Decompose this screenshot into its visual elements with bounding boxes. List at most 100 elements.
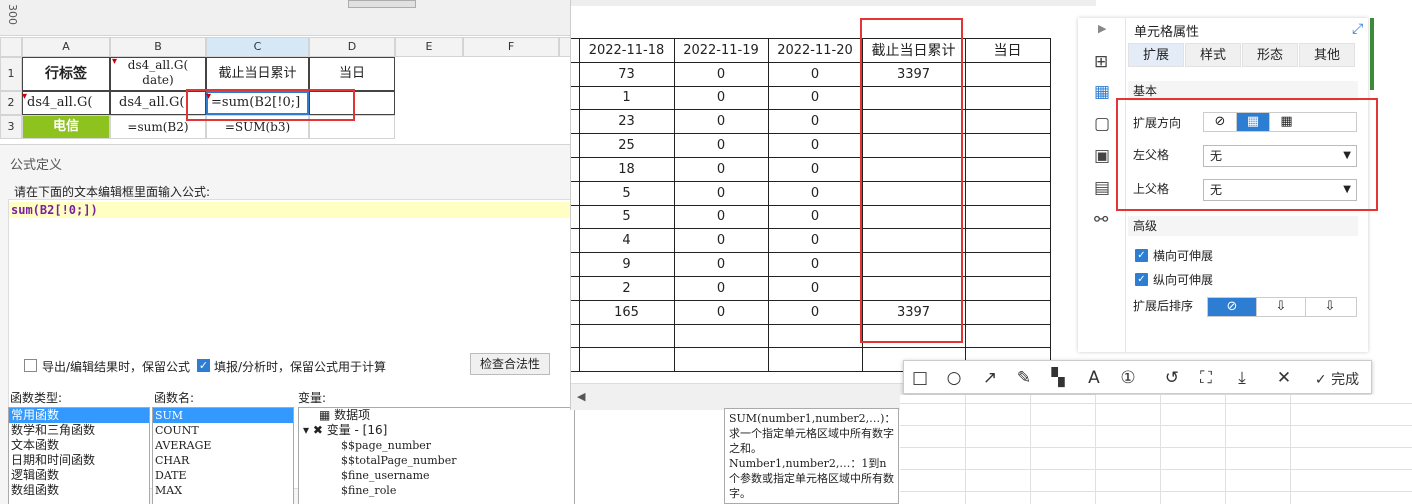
preview-cell <box>964 299 1051 325</box>
cell-a2[interactable]: ds4_all.G( <box>22 91 110 115</box>
scroll-left-icon[interactable]: ◀ <box>577 390 585 403</box>
tab-style[interactable]: 样式 <box>1185 43 1241 67</box>
section-advanced[interactable]: 高级 <box>1128 216 1358 236</box>
cell-attribute-icon[interactable]: ▦ <box>1094 82 1110 102</box>
fn-name-item[interactable]: MAX <box>153 483 293 498</box>
check-validity-button[interactable]: 检查合法性 <box>470 353 550 375</box>
background-sheet-grid <box>900 395 1412 504</box>
col-header-a[interactable]: A <box>22 37 110 57</box>
preview-pane: 2022-11-18 2022-11-19 2022-11-20 截止当日累计 … <box>570 0 1096 410</box>
preview-row: 900 <box>571 252 1051 277</box>
sort-desc-icon[interactable]: ⇩ <box>1306 298 1354 316</box>
widget-icon[interactable]: ▢ <box>1094 114 1110 134</box>
preview-cell: 0 <box>767 252 863 277</box>
preview-cell: 18 <box>578 156 675 182</box>
fn-name-item[interactable]: SUM <box>153 408 293 423</box>
expand-arrow-icon[interactable]: ▶ <box>1098 22 1106 35</box>
preview-header-cell: 2022-11-18 <box>578 38 675 63</box>
fn-type-item[interactable]: 数组函数 <box>9 483 149 498</box>
preview-header-row: 2022-11-18 2022-11-19 2022-11-20 截止当日累计 … <box>571 38 1051 63</box>
condition-icon[interactable]: ▣ <box>1094 146 1110 166</box>
form-icon[interactable]: ▤ <box>1094 178 1110 198</box>
fn-name-list[interactable]: SUM COUNT AVERAGE CHAR DATE MAX <box>152 407 294 504</box>
cell-b1[interactable]: ds4_all.G( date) <box>110 57 206 91</box>
col-header-f[interactable]: F <box>463 37 559 57</box>
number-icon[interactable]: ① <box>1118 368 1138 388</box>
tree-leaf[interactable]: $$page_number <box>299 438 574 453</box>
cell-a3[interactable]: 电信 <box>22 115 110 139</box>
ocr-icon[interactable]: ⛶ <box>1196 368 1216 388</box>
cell-element-icon[interactable]: ⊞ <box>1094 52 1108 72</box>
fn-name-item[interactable]: COUNT <box>153 423 293 438</box>
pen-icon[interactable]: ✎ <box>1014 368 1034 388</box>
highlight-expand-settings <box>1116 98 1378 211</box>
arrow-icon[interactable]: ↗ <box>980 368 1000 388</box>
variable-tree[interactable]: ▦ 数据项 ▾ ✖ 变量 - [16] $$page_number $$tota… <box>298 407 575 504</box>
col-header-c[interactable]: C <box>206 37 309 57</box>
cell-a1[interactable]: 行标签 <box>22 57 110 91</box>
tree-label: 变量 - [16] <box>326 423 388 437</box>
tree-leaf[interactable]: $fine_role <box>299 483 574 498</box>
col-header-d[interactable]: D <box>309 37 395 57</box>
sort-segmented[interactable]: ⊘ ⇩ ⇩ <box>1207 297 1357 317</box>
preview-row: 23 0 0 <box>571 109 1051 135</box>
preview-top-bar <box>571 0 1096 6</box>
row-header-3[interactable]: 3 <box>0 115 22 139</box>
preview-cell <box>571 347 580 373</box>
no-sort-icon[interactable]: ⊘ <box>1208 298 1257 316</box>
fn-name-item[interactable]: AVERAGE <box>153 438 293 453</box>
tab-expand[interactable]: 扩展 <box>1128 43 1184 67</box>
fn-type-item[interactable]: 逻辑函数 <box>9 468 149 483</box>
tree-node-data-items[interactable]: ▦ 数据项 <box>299 408 574 423</box>
help-text-1: SUM(number1,number2,…)：求一个指定单元格区域中所有数字之和… <box>729 412 896 455</box>
fn-type-item[interactable]: 数学和三角函数 <box>9 423 149 438</box>
grid-line <box>1095 395 1096 504</box>
tree-node-variables[interactable]: ▾ ✖ 变量 - [16] <box>299 423 574 438</box>
fn-type-item[interactable]: 文本函数 <box>9 438 149 453</box>
formula-line[interactable]: sum(B2[!0;]) <box>9 202 576 218</box>
v-expand-checkbox[interactable]: ✓ <box>1135 273 1148 286</box>
tab-other[interactable]: 其他 <box>1299 43 1355 67</box>
grid-line <box>900 469 1412 470</box>
fn-name-item[interactable]: DATE <box>153 468 293 483</box>
col-header-b[interactable]: B <box>110 37 206 57</box>
fn-type-list[interactable]: 常用函数 数学和三角函数 文本函数 日期和时间函数 逻辑函数 数组函数 <box>8 407 150 504</box>
tab-form[interactable]: 形态 <box>1242 43 1298 67</box>
done-button[interactable]: ✓ 完成 <box>1306 369 1368 389</box>
query-button[interactable] <box>348 0 416 8</box>
col-header-e[interactable]: E <box>395 37 463 57</box>
preview-cell: 0 <box>673 180 769 206</box>
cell-d1[interactable]: 当日 <box>309 57 395 91</box>
row-header-2[interactable]: 2 <box>0 91 22 115</box>
fn-name-item[interactable]: CHAR <box>153 453 293 468</box>
fn-type-item[interactable]: 日期和时间函数 <box>9 453 149 468</box>
preview-header-cell: 2022-11-19 <box>673 38 769 63</box>
preview-cell: 0 <box>673 156 769 182</box>
preview-table: 2022-11-18 2022-11-19 2022-11-20 截止当日累计 … <box>571 38 1051 373</box>
text-icon[interactable]: A <box>1084 368 1104 388</box>
row-header-1[interactable]: 1 <box>0 57 22 91</box>
tree-leaf[interactable]: $fine_username <box>299 468 574 483</box>
table-icon: ▦ <box>319 408 335 422</box>
rectangle-icon[interactable]: □ <box>910 368 930 388</box>
preview-cell: 5 <box>578 180 675 206</box>
tree-leaf[interactable]: $$totalPage_number <box>299 453 574 468</box>
download-icon[interactable]: ⤓ <box>1232 368 1252 388</box>
ellipse-icon[interactable]: ○ <box>944 368 964 388</box>
resize-icon[interactable]: ⤢ <box>1352 21 1363 37</box>
preview-cell: 9 <box>578 252 675 277</box>
corner-cell[interactable] <box>0 37 22 57</box>
preview-cell <box>571 275 580 301</box>
preview-cell: 0 <box>673 252 769 277</box>
sort-asc-icon[interactable]: ⇩ <box>1257 298 1306 316</box>
export-keep-formula-checkbox[interactable] <box>24 359 37 372</box>
h-expand-checkbox[interactable]: ✓ <box>1135 249 1148 262</box>
undo-icon[interactable]: ↺ <box>1162 368 1182 388</box>
link-icon[interactable]: ⚯ <box>1094 210 1108 230</box>
preview-cell: 0 <box>767 275 863 301</box>
mosaic-icon[interactable]: ▚ <box>1048 368 1068 388</box>
fill-keep-formula-checkbox[interactable]: ✓ <box>197 359 210 372</box>
close-icon[interactable]: ✕ <box>1274 368 1294 388</box>
cell-c1[interactable]: 截止当日累计 <box>206 57 309 91</box>
fn-type-item[interactable]: 常用函数 <box>9 408 149 423</box>
